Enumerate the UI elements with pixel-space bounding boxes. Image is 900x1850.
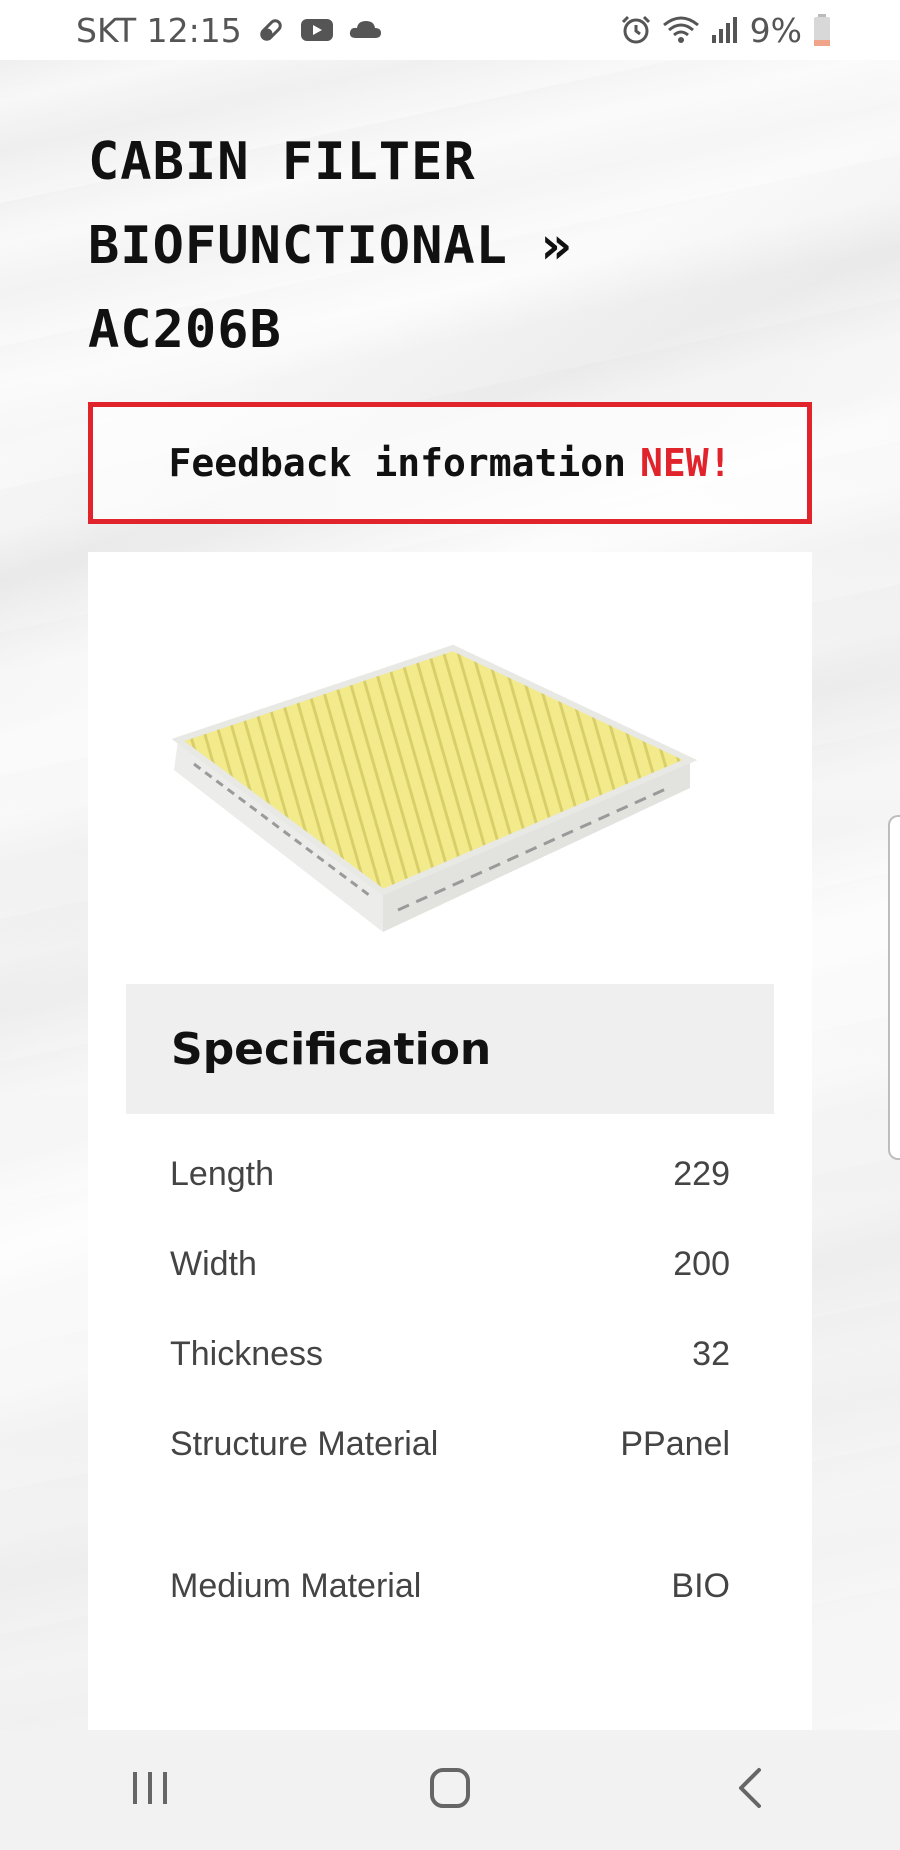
cloud-icon — [348, 18, 382, 42]
edge-panel-handle[interactable] — [888, 815, 900, 1160]
feedback-label: Feedback information — [168, 441, 627, 485]
spec-label: Structure Material — [170, 1425, 439, 1463]
recent-apps-icon — [128, 1768, 172, 1813]
status-left: SKT 12:15 — [76, 11, 382, 50]
navigation-bar — [0, 1730, 900, 1850]
product-card: Specification Length 229 Width 200 Thick… — [88, 552, 812, 1730]
wifi-icon — [662, 15, 700, 45]
product-image — [148, 592, 748, 952]
status-right: 9% — [620, 11, 832, 50]
battery-percent: 9% — [749, 10, 802, 50]
back-icon — [735, 1766, 765, 1815]
title-line-1: CABIN FILTER — [88, 132, 476, 192]
specification-heading: Specification — [126, 984, 774, 1114]
page-title: CABIN FILTER BIOFUNCTIONAL » AC206B — [88, 120, 828, 372]
spec-value: BIO — [671, 1567, 730, 1605]
spec-row-thickness: Thickness 32 — [170, 1328, 730, 1380]
spec-label: Thickness — [170, 1335, 324, 1373]
spec-row-medium-material: Medium Material BIO — [170, 1560, 730, 1612]
youtube-icon — [300, 17, 334, 43]
carrier-time: SKT 12:15 — [76, 10, 242, 50]
home-button[interactable] — [390, 1740, 510, 1840]
battery-icon — [812, 13, 832, 47]
spec-value: 200 — [673, 1245, 730, 1283]
spec-value: 229 — [673, 1155, 730, 1193]
spec-row-width: Width 200 — [170, 1238, 730, 1290]
home-icon — [428, 1766, 472, 1815]
page-content[interactable]: CABIN FILTER BIOFUNCTIONAL » AC206B Feed… — [0, 60, 900, 1730]
title-line-2: BIOFUNCTIONAL » — [88, 216, 573, 276]
back-button[interactable] — [690, 1740, 810, 1840]
new-badge: NEW! — [640, 441, 732, 485]
title-line-3: AC206B — [88, 300, 282, 360]
feedback-information-button[interactable]: Feedback information NEW! — [88, 402, 812, 524]
spec-row-length: Length 229 — [170, 1148, 730, 1200]
cabin-filter-illustration — [171, 644, 698, 932]
spec-label: Medium Material — [170, 1567, 422, 1605]
spec-label: Length — [170, 1155, 274, 1193]
recent-apps-button[interactable] — [90, 1740, 210, 1840]
alarm-icon — [620, 14, 652, 46]
pill-icon — [256, 15, 286, 45]
signal-icon — [710, 15, 740, 45]
spec-label: Width — [170, 1245, 257, 1283]
spec-value: PPanel — [620, 1425, 730, 1463]
spec-value: 32 — [692, 1335, 730, 1373]
spec-row-structure-material: Structure Material PPanel — [170, 1418, 730, 1470]
status-bar: SKT 12:15 9% — [0, 0, 900, 60]
